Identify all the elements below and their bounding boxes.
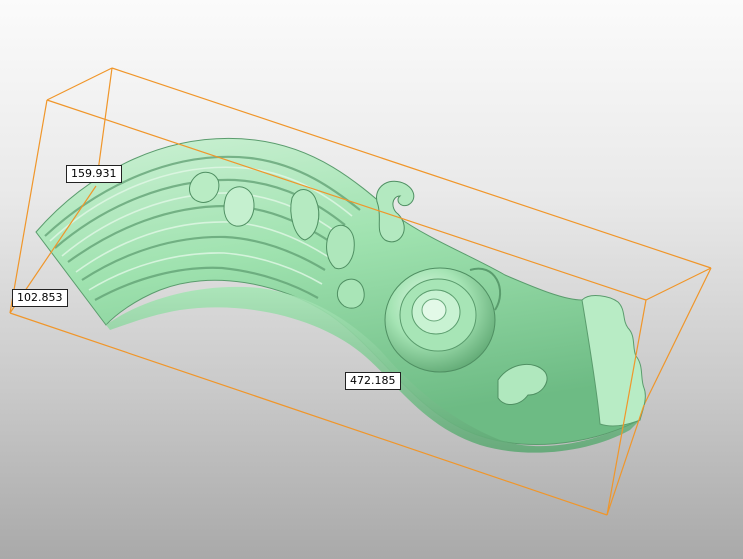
depth-dimension-label: 102.853: [12, 289, 68, 307]
length-dimension-label: 472.185: [345, 372, 401, 390]
carved-corbel-model[interactable]: [35, 138, 646, 453]
model-scene[interactable]: [0, 0, 743, 559]
3d-viewport[interactable]: 159.931 102.853 472.185: [0, 0, 743, 559]
height-dimension-label: 159.931: [66, 165, 122, 183]
